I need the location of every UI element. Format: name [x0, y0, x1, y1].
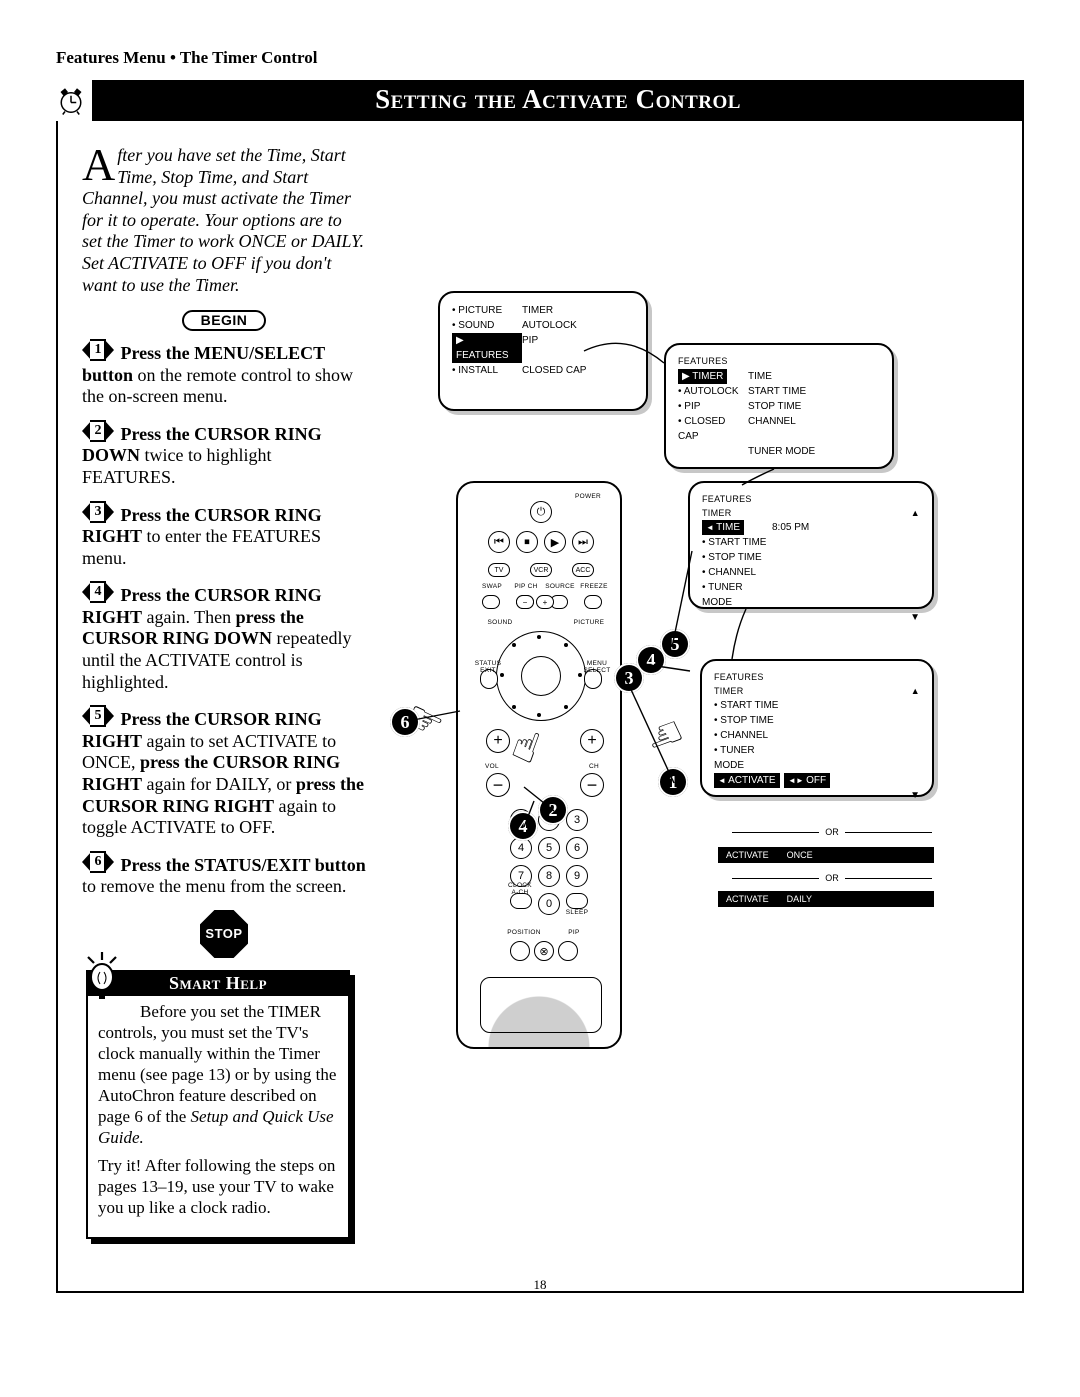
- page-number: 18: [534, 1277, 547, 1293]
- rocker-down: −: [580, 773, 604, 797]
- swap-button: [482, 595, 500, 609]
- page-title: Setting the Activate Control: [92, 80, 1024, 121]
- smart-help-title: Smart Help: [169, 973, 267, 993]
- step-1: 1 Press the MENU/SELECT button on the re…: [82, 339, 366, 408]
- pointing-hand-icon: ☞: [639, 706, 691, 765]
- transport-button: ▶: [544, 531, 566, 553]
- lightbulb-icon: [82, 950, 122, 1000]
- keypad-8: 8: [538, 865, 560, 887]
- rocker-up: +: [580, 729, 604, 753]
- keypad-0: 0: [538, 893, 560, 915]
- rocker-down: −: [486, 773, 510, 797]
- osd-screen-main: PICTURETIMERSOUNDAUTOLOCK▶ FEATURESPIPIN…: [438, 291, 648, 411]
- callout-2: 2: [538, 795, 568, 825]
- stop-icon: STOP: [200, 910, 248, 958]
- keypad-9: 9: [566, 865, 588, 887]
- step-3: 3 Press the CURSOR RING RIGHT to enter t…: [82, 501, 366, 570]
- osd-screen-features: FEATURES▶ TIMERTIMEAUTOLOCKSTART TIMEPIP…: [664, 343, 894, 469]
- activate-daily-pill: ACTIVATE DAILY: [718, 891, 934, 907]
- keypad-3: 3: [566, 809, 588, 831]
- osd-screen-activate: FEATURESTIMER▲START TIMESTOP TIMECHANNEL…: [700, 659, 934, 797]
- transport-button: ⏹: [516, 531, 538, 553]
- keypad-5: 5: [538, 837, 560, 859]
- alarm-clock-icon: [56, 86, 86, 116]
- keypad-6: 6: [566, 837, 588, 859]
- intro-paragraph: After you have set the Time, Start Time,…: [82, 145, 366, 296]
- callout-5: 5: [660, 629, 690, 659]
- activate-once-pill: ACTIVATE ONCE: [718, 847, 934, 863]
- breadcrumb: Features Menu • The Timer Control: [56, 48, 1024, 68]
- transport-button: ⏮: [488, 531, 510, 553]
- freeze-button: [584, 595, 602, 609]
- power-button: ⏻: [530, 501, 552, 523]
- step-6: 6 Press the STATUS/EXIT button to remove…: [82, 851, 366, 898]
- step-2: 2 Press the CURSOR RING DOWN twice to hi…: [82, 420, 366, 489]
- acc-button: ACC: [572, 563, 594, 577]
- diagram-area: PICTURETIMERSOUNDAUTOLOCK▶ FEATURESPIPIN…: [396, 291, 986, 1101]
- callout-4b: 4: [508, 811, 538, 841]
- vcr-button: VCR: [530, 563, 552, 577]
- instructions-column: After you have set the Time, Start Time,…: [82, 145, 366, 1239]
- step-5: 5 Press the CURSOR RING RIGHT again to s…: [82, 705, 366, 839]
- smart-help-box: Smart Help Before you set the TIMER cont…: [86, 970, 350, 1239]
- callout-6: 6: [390, 707, 420, 737]
- sleep-button: [566, 893, 588, 909]
- osd-screen-timer: FEATURESTIMER▲TIME8:05 PMSTART TIMESTOP …: [688, 481, 934, 609]
- tv-button: TV: [488, 563, 510, 577]
- callout-1: 1: [658, 767, 688, 797]
- step-4: 4 Press the CURSOR RING RIGHT again. The…: [82, 581, 366, 693]
- transport-button: ⏭: [572, 531, 594, 553]
- begin-label: BEGIN: [182, 310, 266, 331]
